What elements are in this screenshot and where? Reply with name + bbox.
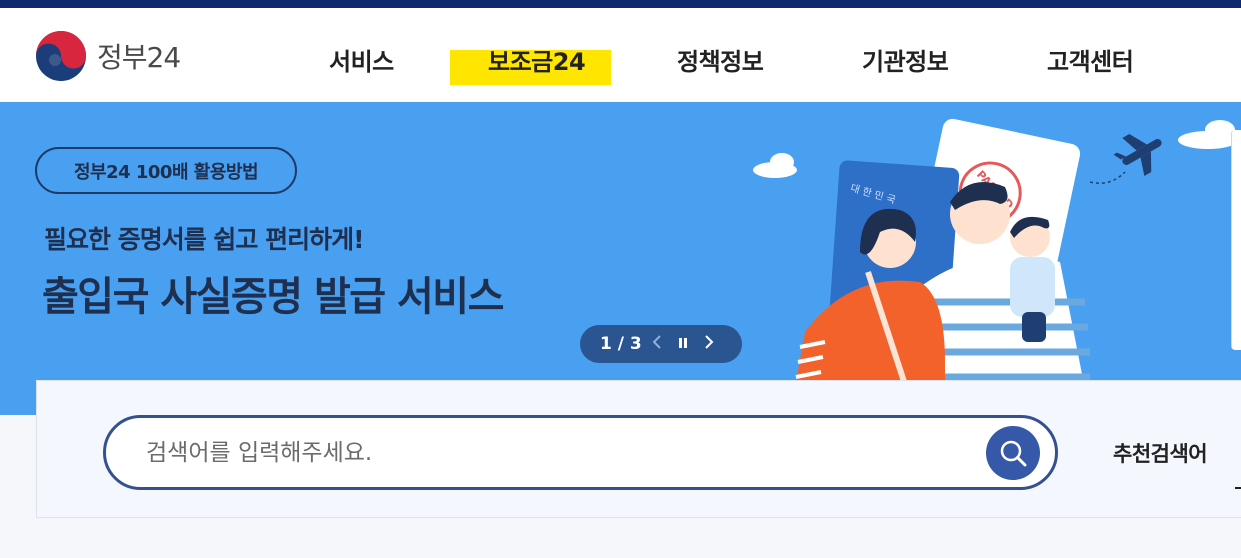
banner-pager: 1 / 3 [580, 325, 742, 363]
nav-item-services[interactable]: 서비스 [329, 42, 394, 77]
search-button[interactable] [986, 426, 1040, 480]
recommended-keywords[interactable]: 추천검색어 [1113, 438, 1208, 468]
search-input[interactable] [146, 436, 966, 470]
main-nav: 서비스 보조금24 정책정보 기관정보 고객센터 [0, 8, 1241, 102]
nav-item-customer-center[interactable]: 고객센터 [1047, 42, 1134, 77]
banner-subtitle: 필요한 증명서를 쉽고 편리하게! [44, 225, 365, 254]
banner-tag-button[interactable]: 정부24 100배 활용방법 [35, 147, 297, 194]
hero-banner[interactable]: 정부24 100배 활용방법 필요한 증명서를 쉽고 편리하게! 출입국 사실증… [0, 102, 1241, 415]
slide-counter: 1 / 3 [600, 334, 642, 354]
banner-illustration: PASSED 대 한 민 국 [753, 118, 1238, 415]
pause-icon[interactable] [670, 334, 696, 355]
side-panel-edge [1231, 130, 1241, 350]
recommend-divider [1235, 487, 1241, 489]
search-box[interactable] [103, 415, 1058, 490]
search-icon [1000, 440, 1027, 467]
chevron-right-icon[interactable] [696, 334, 722, 355]
nav-item-agency-info[interactable]: 기관정보 [862, 42, 949, 77]
nav-item-subsidy24[interactable]: 보조금24 [488, 42, 586, 77]
top-strip [0, 0, 1241, 8]
nav-item-policy-info[interactable]: 정책정보 [677, 42, 764, 77]
site-header: 정부24 서비스 보조금24 정책정보 기관정보 고객센터 [0, 8, 1241, 102]
chevron-left-icon[interactable] [644, 334, 670, 355]
banner-title: 출입국 사실증명 발급 서비스 [42, 274, 504, 320]
airplane-icon [1113, 133, 1162, 177]
